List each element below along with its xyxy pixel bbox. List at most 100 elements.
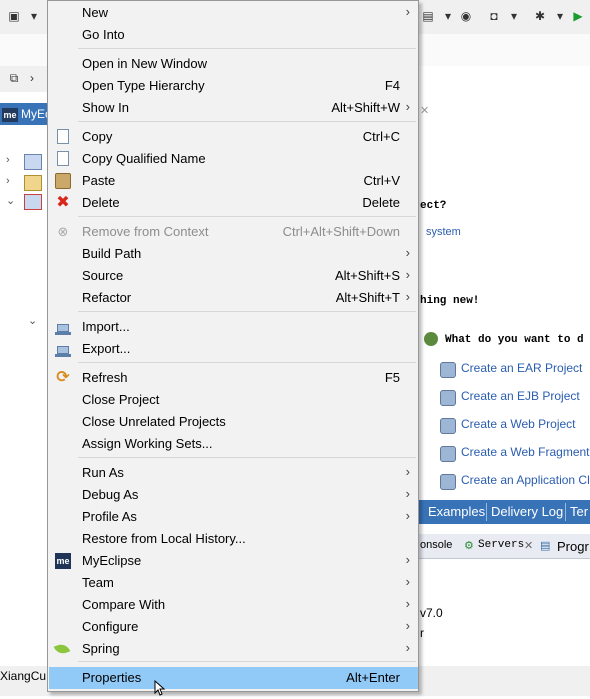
menu-item-close-project[interactable]: Close Project	[49, 389, 418, 411]
server-fragment-text: r	[420, 626, 424, 640]
chevron-right-icon[interactable]: ›	[24, 70, 40, 86]
welcome-question: What do you want to d	[445, 334, 584, 346]
server-version-text: v7.0	[420, 606, 443, 620]
menu-item-label: Remove from Context	[82, 224, 209, 239]
folder-icon	[24, 175, 42, 191]
menu-item-shortcut: Ctrl+V	[363, 173, 400, 188]
spring-leaf-icon	[53, 641, 71, 657]
copy-qualified-icon	[54, 149, 69, 166]
bottom-tab-bar: Examples Delivery Log Ter	[418, 500, 590, 524]
export-icon	[55, 341, 71, 357]
menu-item-label: Spring	[82, 641, 120, 656]
dropdown-arrow-icon[interactable]: ▾	[506, 8, 522, 24]
debug-bug-icon[interactable]: ✱	[532, 8, 548, 24]
toolbar-tool-icon[interactable]: ▤	[420, 8, 436, 24]
create-app-client-link[interactable]: Create an Application Client	[461, 473, 590, 487]
menu-item-compare-with[interactable]: Compare With ›	[49, 594, 418, 616]
menu-item-myeclipse[interactable]: me MyEclipse ›	[49, 550, 418, 572]
submenu-arrow-icon: ›	[405, 574, 410, 589]
project-error-icon	[24, 194, 42, 210]
menu-item-copy-qualified-name[interactable]: Copy Qualified Name	[49, 148, 418, 170]
menu-item-build-path[interactable]: Build Path ›	[49, 243, 418, 265]
create-ejb-link[interactable]: Create an EJB Project	[461, 389, 580, 403]
menu-item-shortcut: Ctrl+Alt+Shift+Down	[282, 224, 400, 239]
menu-item-refactor[interactable]: Refactor Alt+Shift+T ›	[49, 287, 418, 309]
create-web-fragment-link[interactable]: Create a Web Fragment Pro	[461, 445, 590, 459]
import-icon	[55, 319, 71, 335]
submenu-arrow-icon: ›	[405, 596, 410, 611]
menu-item-close-unrelated-projects[interactable]: Close Unrelated Projects	[49, 411, 418, 433]
close-icon[interactable]: ✕	[420, 104, 432, 122]
menu-item-refresh[interactable]: ⟳ Refresh F5	[49, 367, 418, 389]
tab-terminal[interactable]: Ter	[570, 504, 588, 519]
menu-item-label: Compare With	[82, 597, 166, 612]
dropdown-arrow-icon[interactable]: ▾	[26, 8, 42, 24]
new-wizard-icon[interactable]: ▣	[6, 8, 22, 24]
menu-item-run-as[interactable]: Run As ›	[49, 462, 418, 484]
menu-item-label: Refresh	[82, 370, 128, 385]
package-icon[interactable]: ⧉	[6, 70, 22, 86]
context-menu: New › Go Into Open in New Window Open Type H…	[47, 0, 419, 692]
menu-item-label: Source	[82, 268, 124, 283]
menu-item-paste[interactable]: Paste Ctrl+V	[49, 170, 418, 192]
tab-progress[interactable]: Progr	[557, 539, 589, 554]
menu-item-debug-as[interactable]: Debug As ›	[49, 484, 418, 506]
menu-item-restore-from-local-history[interactable]: Restore from Local History...	[49, 528, 418, 550]
tab-delivery-log[interactable]: Delivery Log	[491, 504, 563, 519]
menu-item-new[interactable]: New ›	[49, 2, 418, 24]
web-fragment-icon	[440, 446, 456, 462]
run-icon[interactable]: ▶	[570, 8, 586, 24]
menu-item-open-in-new-window[interactable]: Open in New Window	[49, 53, 418, 75]
tab-examples[interactable]: Examples	[428, 504, 485, 519]
menu-item-shortcut: F4	[384, 78, 400, 93]
menu-item-copy[interactable]: Copy Ctrl+C	[49, 126, 418, 148]
submenu-arrow-icon: ›	[405, 486, 410, 501]
tree-collapse-icon[interactable]: ⌄	[28, 314, 37, 327]
menu-separator	[78, 121, 416, 122]
tree-expander-icon[interactable]: ›	[6, 175, 10, 187]
menu-item-label: Properties	[82, 670, 142, 685]
menu-item-label: Build Path	[82, 246, 142, 261]
delete-icon: ✖	[56, 194, 70, 211]
menu-item-configure[interactable]: Configure ›	[49, 616, 418, 638]
close-icon[interactable]: ✕	[524, 539, 533, 552]
globe-icon[interactable]: ◉	[458, 8, 474, 24]
tab-package-explorer[interactable]: me MyEc	[0, 103, 48, 125]
tree-expander-icon[interactable]: ›	[6, 154, 10, 166]
menu-item-remove-from-context[interactable]: ⊗ Remove from Context Ctrl+Alt+Shift+Down	[49, 221, 418, 243]
create-web-link[interactable]: Create a Web Project	[461, 417, 576, 431]
dropdown-arrow-icon[interactable]: ▾	[552, 8, 568, 24]
menu-item-assign-working-sets[interactable]: Assign Working Sets...	[49, 433, 418, 455]
submenu-arrow-icon: ›	[405, 464, 410, 479]
menu-separator	[78, 362, 416, 363]
tab-console[interactable]: onsole	[420, 539, 452, 551]
menu-item-team[interactable]: Team ›	[49, 572, 418, 594]
menu-item-go-into[interactable]: Go Into	[49, 24, 418, 46]
menu-item-label: Paste	[82, 173, 116, 188]
menu-item-label: Export...	[82, 341, 131, 356]
menu-item-open-type-hierarchy[interactable]: Open Type Hierarchy F4	[49, 75, 418, 97]
menu-item-import[interactable]: Import...	[49, 316, 418, 338]
paste-icon	[55, 173, 71, 189]
tree-collapse-icon[interactable]: ⌄	[6, 194, 15, 207]
menu-item-properties[interactable]: Properties Alt+Enter	[49, 667, 418, 689]
menu-separator	[78, 661, 416, 662]
menu-item-shortcut: Ctrl+C	[362, 129, 400, 144]
menu-item-show-in[interactable]: Show In Alt+Shift+W ›	[49, 97, 418, 119]
tab-label: MyEc	[21, 107, 48, 121]
menu-item-source[interactable]: Source Alt+Shift+S ›	[49, 265, 418, 287]
myeclipse-icon: me	[55, 553, 71, 569]
dropdown-arrow-icon[interactable]: ▾	[440, 8, 456, 24]
create-ear-link[interactable]: Create an EAR Project	[461, 361, 582, 375]
menu-item-shortcut: Alt+Shift+W	[331, 100, 400, 115]
tab-servers[interactable]: Servers	[478, 539, 524, 551]
menu-item-profile-as[interactable]: Profile As ›	[49, 506, 418, 528]
menu-item-export[interactable]: Export...	[49, 338, 418, 360]
menu-item-delete[interactable]: ✖ Delete Delete	[49, 192, 418, 214]
menu-item-shortcut: Delete	[362, 195, 400, 210]
system-link[interactable]: system	[426, 226, 461, 238]
menu-item-spring[interactable]: Spring ›	[49, 638, 418, 660]
menu-item-label: Refactor	[82, 290, 132, 305]
menu-item-label: Go Into	[82, 27, 125, 42]
camera-icon[interactable]: ◘	[486, 8, 502, 24]
